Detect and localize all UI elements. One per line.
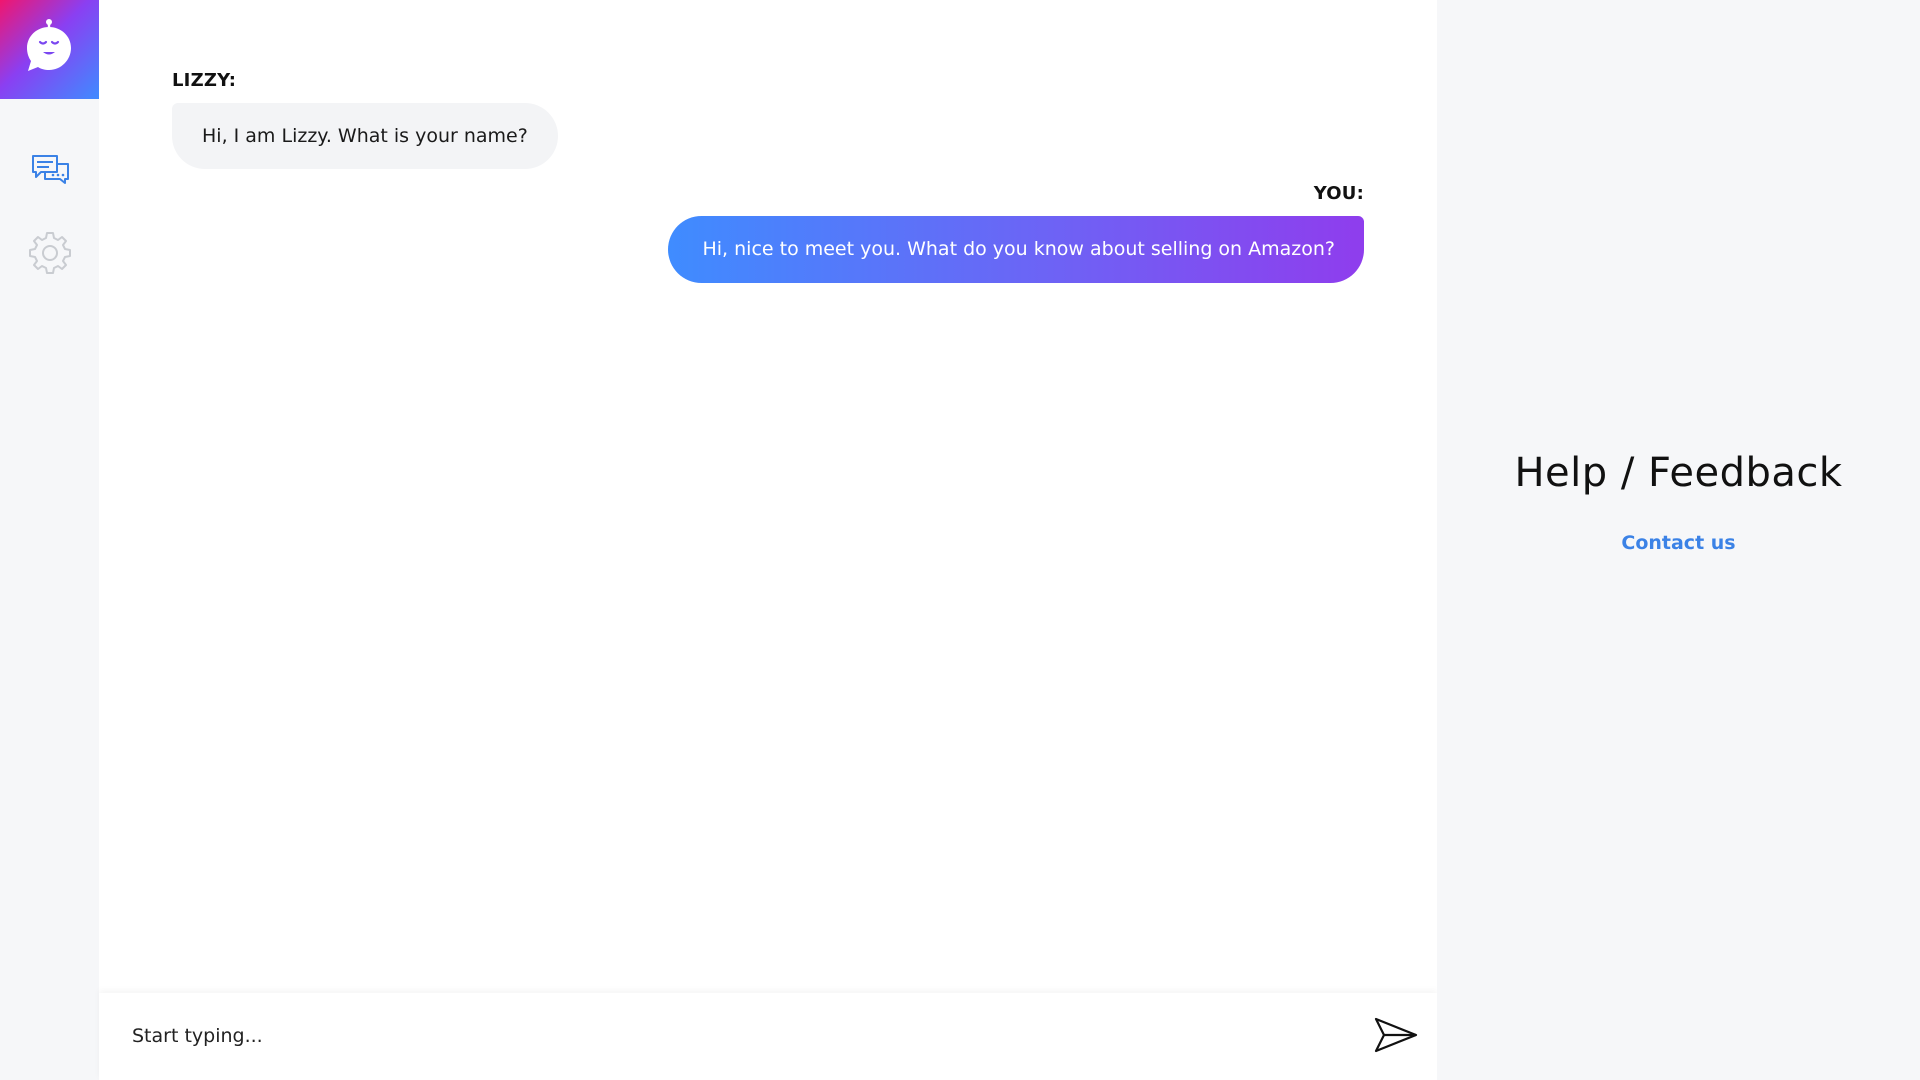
contact-us-link[interactable]: Contact us <box>1437 532 1920 554</box>
gear-icon <box>29 232 71 274</box>
message-sender-label: YOU: <box>1313 183 1364 204</box>
send-button[interactable] <box>1370 1011 1420 1061</box>
sidebar <box>0 0 99 1080</box>
nav-settings-button[interactable] <box>25 228 75 278</box>
help-panel: Help / Feedback Contact us <box>1437 0 1920 1080</box>
message-input[interactable] <box>129 1013 1335 1059</box>
chatbot-face-icon <box>27 19 71 71</box>
chat-bubbles-icon <box>32 155 69 184</box>
chat-messages: LIZZY: Hi, I am Lizzy. What is your name… <box>99 0 1437 993</box>
nav-chat-button[interactable] <box>25 144 75 194</box>
message-sender-label: LIZZY: <box>172 70 237 91</box>
bot-message-bubble: Hi, I am Lizzy. What is your name? <box>172 103 558 169</box>
message-input-bar <box>99 993 1437 1080</box>
app-logo <box>0 0 99 99</box>
help-title: Help / Feedback <box>1514 450 1843 496</box>
user-message-bubble: Hi, nice to meet you. What do you know a… <box>668 216 1364 283</box>
chat-app: LIZZY: Hi, I am Lizzy. What is your name… <box>0 0 1920 1080</box>
send-arrow-icon <box>1374 1017 1418 1053</box>
